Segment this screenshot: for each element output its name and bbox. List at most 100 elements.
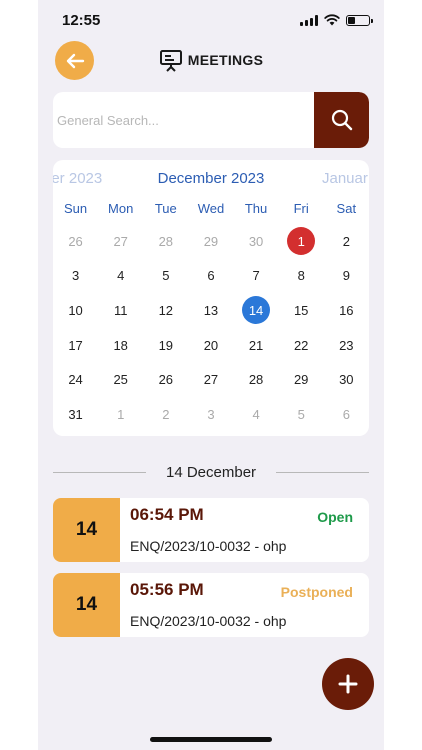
calendar-day-number: 28	[248, 372, 264, 388]
page-header: MEETINGS	[38, 48, 384, 72]
calendar-day[interactable]: 17	[53, 328, 98, 363]
weekday-label: Wed	[197, 201, 225, 216]
calendar-day-number: 9	[342, 268, 350, 284]
next-month-label[interactable]: Januar	[322, 170, 368, 187]
calendar-day-number: 1	[287, 227, 316, 256]
calendar-day-number: 2	[162, 406, 170, 422]
calendar-day[interactable]: 30	[324, 362, 369, 397]
month-strip: ber 2023 December 2023 Januar	[53, 170, 369, 192]
divider-line-left	[53, 471, 146, 473]
calendar-day-number: 24	[68, 372, 83, 388]
calendar-day-selected[interactable]: 14	[234, 293, 279, 328]
calendar-day[interactable]: 25	[98, 362, 143, 397]
calendar-day-number: 13	[203, 302, 219, 318]
meeting-reference: ENQ/2023/10-0032 - ohp	[130, 538, 287, 554]
meeting-card[interactable]: 14 05:56 PM ENQ/2023/10-0032 - ohp Postp…	[53, 573, 369, 637]
calendar-day[interactable]: 18	[98, 328, 143, 363]
calendar-day-number: 16	[339, 302, 354, 318]
search-bar	[53, 92, 369, 148]
calendar-day[interactable]: 28	[143, 224, 188, 259]
battery-icon	[346, 14, 373, 26]
wifi-icon	[324, 14, 340, 26]
weekday-label: Thu	[244, 201, 268, 216]
calendar-day-number: 29	[203, 233, 219, 249]
calendar: ber 2023 December 2023 Januar Sun Mon Tue W…	[53, 160, 369, 436]
calendar-day[interactable]: 28	[234, 362, 279, 397]
calendar-day[interactable]: 12	[143, 293, 188, 328]
calendar-day[interactable]: 5	[279, 397, 324, 432]
calendar-day[interactable]: 7	[234, 259, 279, 294]
add-meeting-button[interactable]	[322, 658, 374, 710]
calendar-day-number: 18	[113, 337, 128, 353]
calendar-day[interactable]: 6	[324, 397, 369, 432]
meeting-card[interactable]: 14 06:54 PM ENQ/2023/10-0032 - ohp Open	[53, 498, 369, 562]
calendar-day-number: 11	[113, 302, 128, 318]
calendar-day-number: 26	[158, 372, 174, 388]
calendar-day[interactable]: 21	[234, 328, 279, 363]
calendar-day-today[interactable]: 1	[279, 224, 324, 259]
calendar-day[interactable]: 23	[324, 328, 369, 363]
calendar-day-number: 25	[113, 372, 128, 388]
calendar-day[interactable]: 27	[188, 362, 233, 397]
meeting-time: 05:56 PM	[130, 580, 204, 599]
calendar-day-number: 10	[68, 302, 83, 318]
calendar-day[interactable]: 4	[98, 259, 143, 294]
calendar-day[interactable]: 24	[53, 362, 98, 397]
calendar-day-number: 23	[339, 337, 354, 353]
date-divider: 14 December	[53, 462, 370, 482]
calendar-day[interactable]: 8	[279, 259, 324, 294]
calendar-day[interactable]: 31	[53, 397, 98, 432]
calendar-day[interactable]: 19	[143, 328, 188, 363]
calendar-day[interactable]: 2	[143, 397, 188, 432]
calendar-day[interactable]: 13	[188, 293, 233, 328]
calendar-day-number: 14	[242, 296, 271, 325]
calendar-day[interactable]: 11	[98, 293, 143, 328]
calendar-day[interactable]: 3	[53, 259, 98, 294]
calendar-day[interactable]: 15	[279, 293, 324, 328]
meeting-status-badge: Postponed	[280, 584, 353, 600]
calendar-day[interactable]: 20	[188, 328, 233, 363]
calendar-day[interactable]: 4	[234, 397, 279, 432]
calendar-day-number: 6	[342, 406, 350, 422]
calendar-day-number: 21	[248, 337, 264, 353]
phone-screen: 12:55 MEETINGS General Search... er 2023…	[38, 0, 384, 750]
meeting-day-badge: 14	[53, 498, 120, 562]
calendar-day[interactable]: 1	[98, 397, 143, 432]
search-input[interactable]	[53, 92, 314, 148]
search-icon	[331, 109, 352, 131]
presentation-board-icon	[159, 50, 182, 72]
calendar-day[interactable]: 26	[53, 224, 98, 259]
calendar-day-number: 29	[293, 372, 309, 388]
divider-line-right	[276, 471, 370, 473]
calendar-day-number: 17	[68, 337, 83, 353]
calendar-day[interactable]: 27	[98, 224, 143, 259]
calendar-day[interactable]: 5	[143, 259, 188, 294]
calendar-day-number: 27	[113, 233, 128, 249]
calendar-day[interactable]: 10	[53, 293, 98, 328]
calendar-day-number: 7	[252, 268, 260, 284]
calendar-day-number: 28	[158, 233, 174, 249]
calendar-day-number: 4	[252, 406, 260, 422]
calendar-day[interactable]: 29	[188, 224, 233, 259]
meeting-time: 06:54 PM	[130, 505, 204, 524]
calendar-day-number: 12	[158, 302, 174, 318]
calendar-day[interactable]: 3	[188, 397, 233, 432]
search-button[interactable]	[314, 92, 369, 148]
status-time: 12:55	[62, 12, 101, 29]
calendar-day-number: 15	[293, 302, 309, 318]
calendar-day[interactable]: 2	[324, 224, 369, 259]
meeting-reference: ENQ/2023/10-0032 - ohp	[130, 613, 287, 629]
calendar-day[interactable]: 9	[324, 259, 369, 294]
calendar-day-number: 31	[68, 406, 83, 422]
calendar-day-number: 8	[297, 268, 305, 284]
calendar-day-number: 5	[162, 268, 170, 284]
calendar-day[interactable]: 29	[279, 362, 324, 397]
calendar-day[interactable]: 22	[279, 328, 324, 363]
calendar-day[interactable]: 16	[324, 293, 369, 328]
calendar-day-number: 30	[339, 372, 354, 388]
calendar-day[interactable]: 6	[188, 259, 233, 294]
cellular-signal-icon	[300, 14, 318, 26]
calendar-day[interactable]: 26	[143, 362, 188, 397]
calendar-day[interactable]: 30	[234, 224, 279, 259]
page-title: MEETINGS	[187, 52, 264, 68]
